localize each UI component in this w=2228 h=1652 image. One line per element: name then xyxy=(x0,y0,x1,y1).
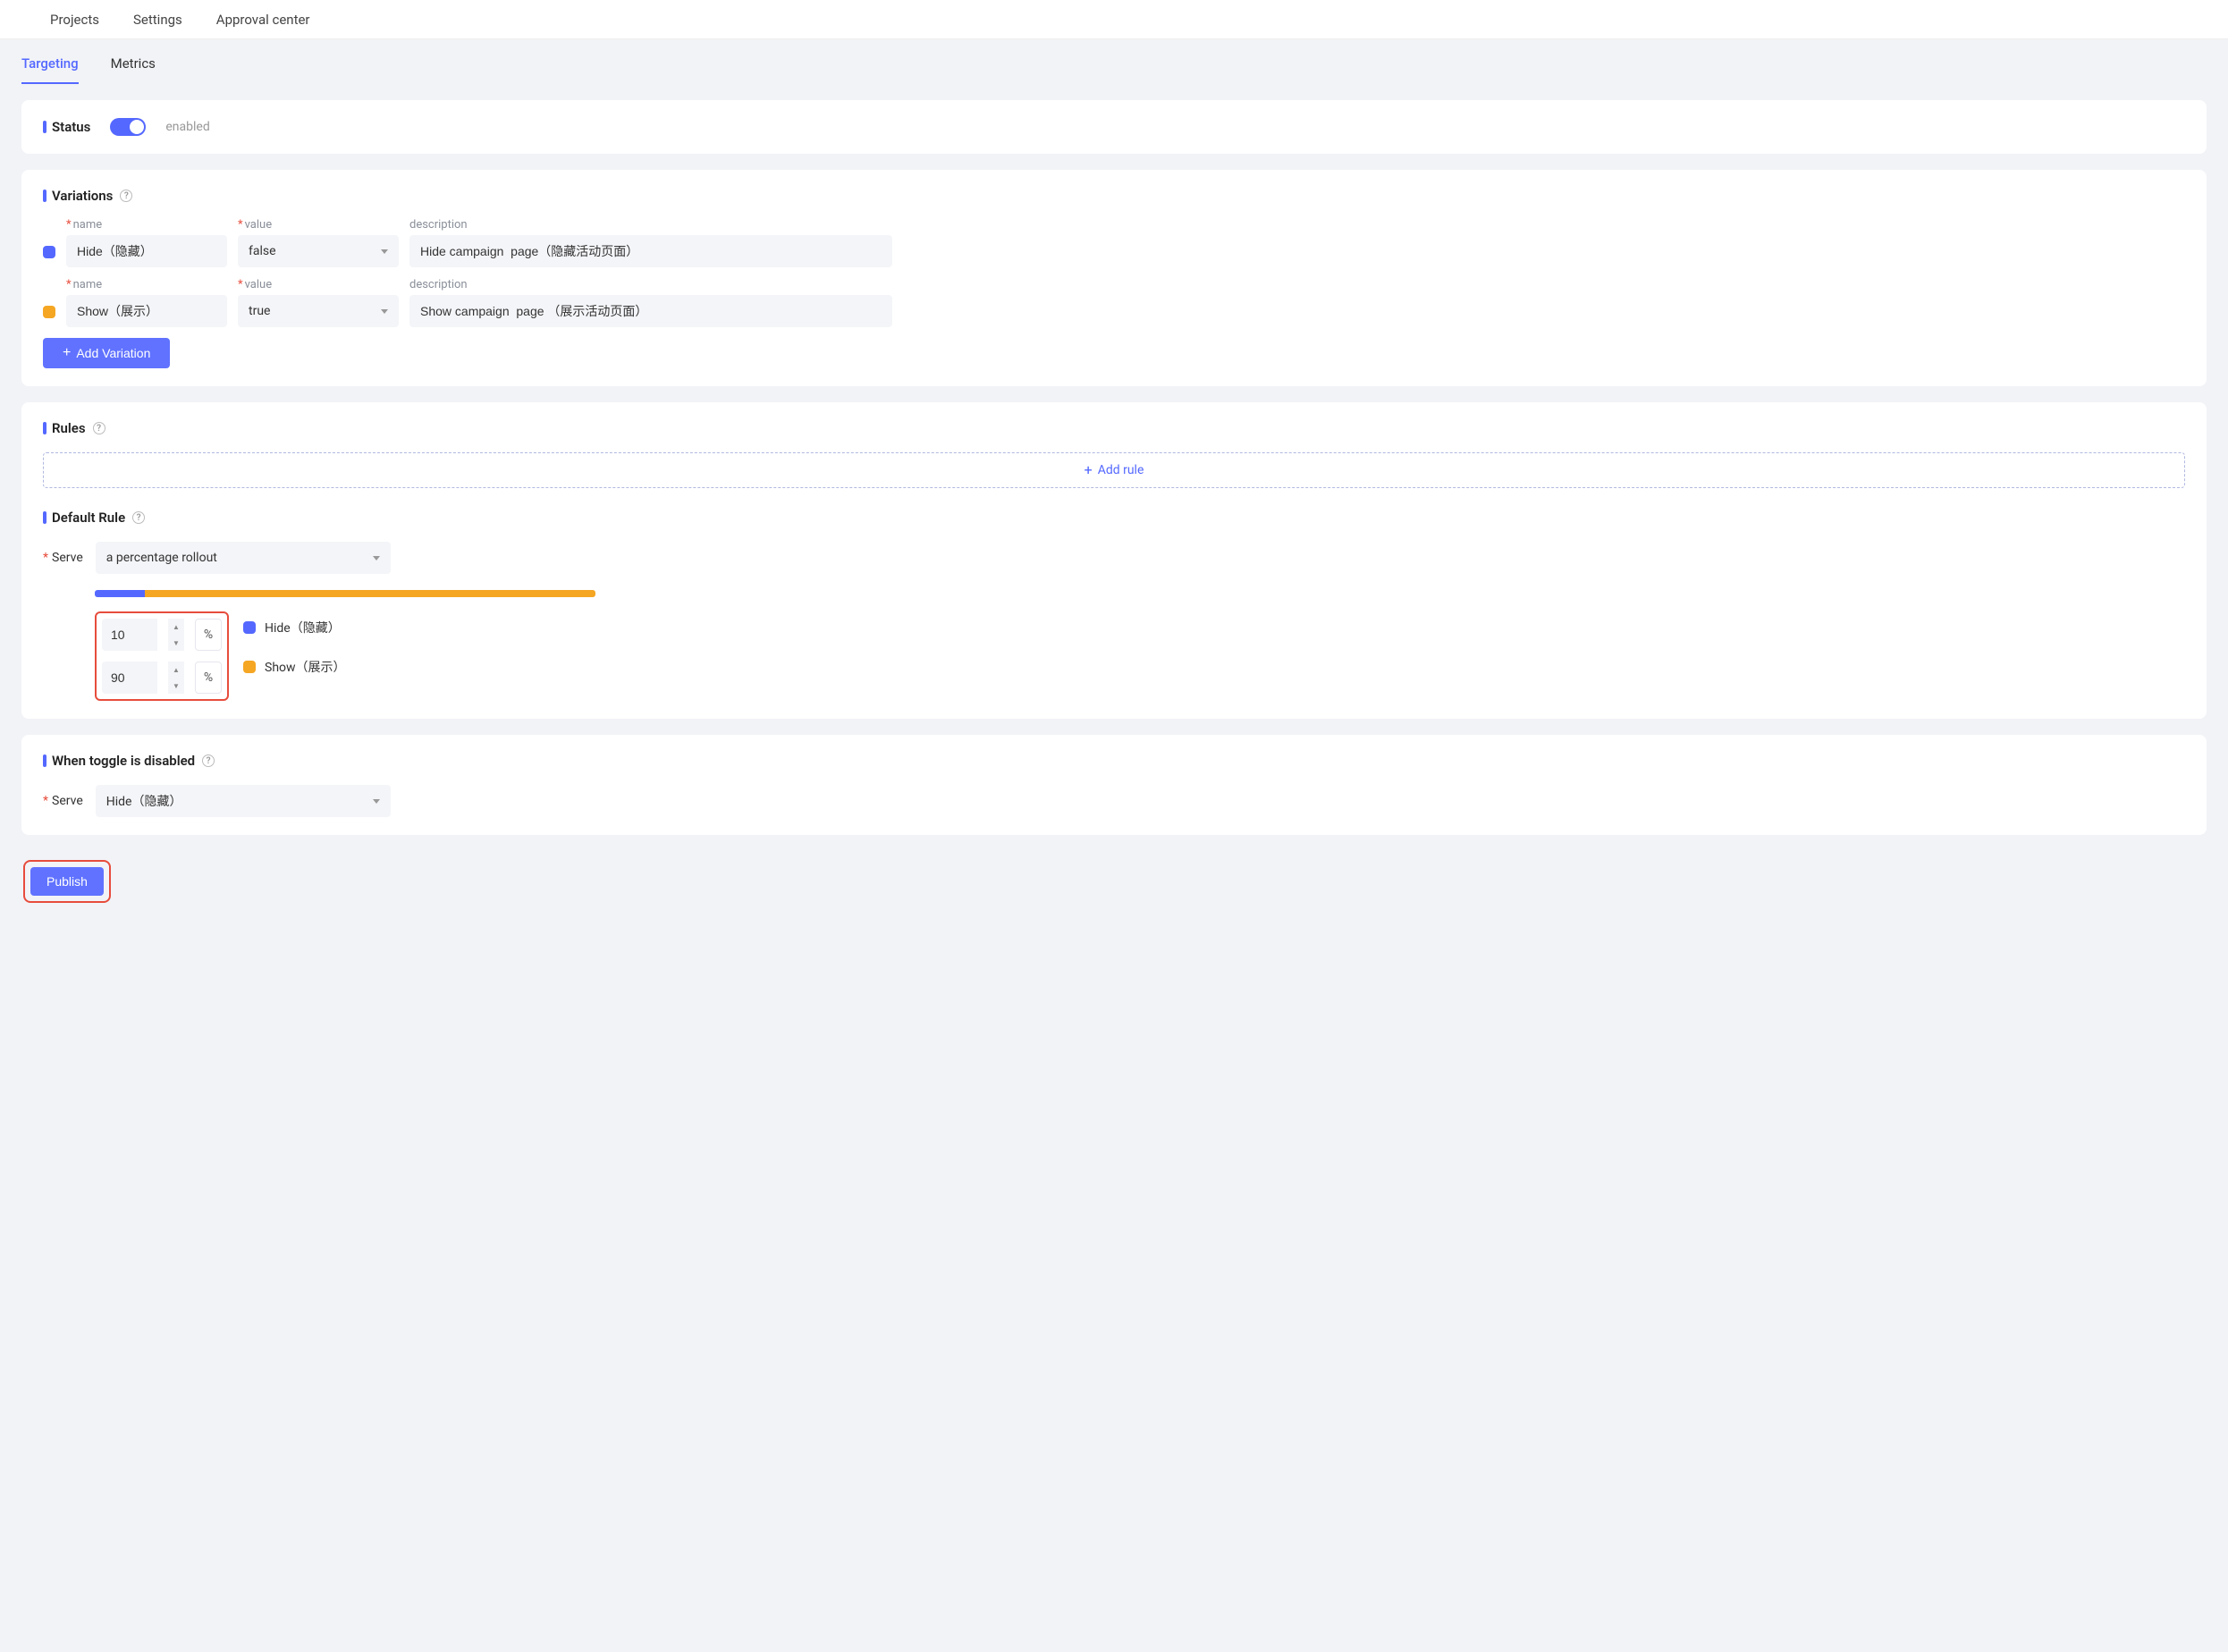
variation-swatch xyxy=(43,306,55,318)
rollout-label-text: Show（展示） xyxy=(265,658,346,676)
rules-title-text: Rules xyxy=(52,420,86,436)
serve-select[interactable]: a percentage rollout xyxy=(96,542,391,574)
variation-value-select[interactable]: true xyxy=(238,295,399,327)
percent-unit: % xyxy=(195,619,222,651)
variation-description-input[interactable] xyxy=(409,235,892,267)
help-icon[interactable]: ? xyxy=(120,190,132,202)
variation-swatch xyxy=(243,621,256,634)
variation-value-text: false xyxy=(249,244,276,258)
help-icon[interactable]: ? xyxy=(132,511,145,524)
percent-unit: % xyxy=(195,662,222,694)
rollout-percent-input[interactable] xyxy=(102,619,157,651)
chevron-down-icon xyxy=(373,799,380,804)
tabs: Targeting Metrics xyxy=(0,39,2228,84)
rollout-label-text: Hide（隐藏） xyxy=(265,619,341,636)
publish-button[interactable]: Publish xyxy=(30,867,104,896)
disabled-serve-select[interactable]: Hide（隐藏） xyxy=(96,785,391,817)
rules-card: Rules ? + Add rule Default Rule ? *Serve… xyxy=(21,402,2207,719)
rollout-variation-label: Hide（隐藏） xyxy=(243,619,346,636)
plus-icon: + xyxy=(63,346,71,360)
chevron-down-icon[interactable]: ▼ xyxy=(168,635,184,651)
serve-label: *Serve xyxy=(43,551,83,565)
add-variation-label: Add Variation xyxy=(76,346,150,360)
rollout-percent-row: ▲▼ % xyxy=(102,619,222,651)
chevron-down-icon xyxy=(373,556,380,560)
chevron-up-icon[interactable]: ▲ xyxy=(168,619,184,635)
chevron-down-icon xyxy=(381,249,388,254)
status-toggle[interactable] xyxy=(110,118,146,136)
status-card: Status enabled xyxy=(21,100,2207,154)
add-rule-label: Add rule xyxy=(1098,463,1144,477)
rollout-bar-segment xyxy=(145,590,595,597)
variation-value-select[interactable]: false xyxy=(238,235,399,267)
top-nav: Projects Settings Approval center xyxy=(0,0,2228,39)
section-title-rules: Rules ? xyxy=(43,420,2185,436)
help-icon[interactable]: ? xyxy=(202,754,215,767)
variations-title-text: Variations xyxy=(52,188,113,204)
variations-card: Variations ? *name *value false xyxy=(21,170,2207,386)
rollout-section: ▲▼ % ▲▼ % Hide（隐藏） xyxy=(95,590,2185,701)
add-variation-button[interactable]: + Add Variation xyxy=(43,338,170,368)
add-rule-button[interactable]: + Add rule xyxy=(43,452,2185,488)
help-icon[interactable]: ? xyxy=(93,422,105,434)
rollout-variation-label: Show（展示） xyxy=(243,658,346,676)
tab-metrics[interactable]: Metrics xyxy=(111,55,156,84)
field-label-description: description xyxy=(409,218,892,232)
rollout-percent-row: ▲▼ % xyxy=(102,662,222,694)
serve-label: *Serve xyxy=(43,794,83,808)
variation-row: *name *value true description xyxy=(43,278,2185,327)
variation-name-input[interactable] xyxy=(66,235,227,267)
section-title-variations: Variations ? xyxy=(43,188,2185,204)
serve-value-text: a percentage rollout xyxy=(106,551,217,565)
disabled-title-text: When toggle is disabled xyxy=(52,753,195,769)
field-label-value: *value xyxy=(238,218,399,232)
nav-projects[interactable]: Projects xyxy=(50,12,99,28)
number-stepper[interactable]: ▲▼ xyxy=(168,662,184,694)
nav-settings[interactable]: Settings xyxy=(133,12,182,28)
section-title-default-rule: Default Rule ? xyxy=(43,510,2185,526)
variation-swatch xyxy=(43,246,55,258)
number-stepper[interactable]: ▲▼ xyxy=(168,619,184,651)
disabled-serve-value: Hide（隐藏） xyxy=(106,792,182,810)
rollout-bar-segment xyxy=(95,590,145,597)
disabled-card: When toggle is disabled ? *Serve Hide（隐藏… xyxy=(21,735,2207,835)
field-label-value: *value xyxy=(238,278,399,291)
rollout-percent-input[interactable] xyxy=(102,662,157,694)
chevron-down-icon[interactable]: ▼ xyxy=(168,678,184,694)
rollout-percent-group: ▲▼ % ▲▼ % xyxy=(95,611,229,701)
field-label-name: *name xyxy=(66,218,227,232)
variation-value-text: true xyxy=(249,304,270,318)
variation-swatch xyxy=(243,661,256,673)
default-rule-title-text: Default Rule xyxy=(52,510,125,526)
section-title-disabled: When toggle is disabled ? xyxy=(43,753,2185,769)
field-label-name: *name xyxy=(66,278,227,291)
section-title-status: Status xyxy=(43,119,90,135)
variation-description-input[interactable] xyxy=(409,295,892,327)
status-text: enabled xyxy=(165,120,209,134)
chevron-down-icon xyxy=(381,309,388,314)
chevron-up-icon[interactable]: ▲ xyxy=(168,662,184,678)
variation-name-input[interactable] xyxy=(66,295,227,327)
rollout-bar xyxy=(95,590,595,597)
variation-row: *name *value false description xyxy=(43,218,2185,267)
tab-targeting[interactable]: Targeting xyxy=(21,55,79,84)
publish-highlight: Publish xyxy=(23,860,111,903)
plus-icon: + xyxy=(1084,463,1093,477)
nav-approval-center[interactable]: Approval center xyxy=(216,12,310,28)
field-label-description: description xyxy=(409,278,892,291)
